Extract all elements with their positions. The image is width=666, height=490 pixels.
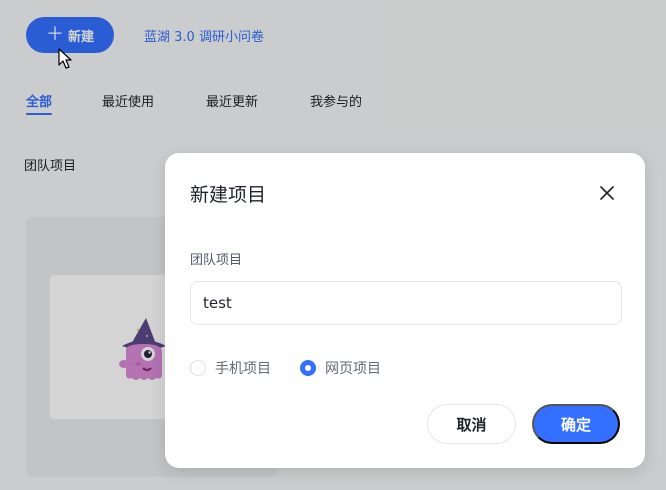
radio-circle[interactable] — [300, 360, 316, 376]
confirm-button[interactable]: 确定 — [532, 404, 620, 444]
radio-mobile-project[interactable]: 手机项目 — [190, 358, 271, 378]
radio-label: 手机项目 — [215, 361, 271, 377]
dialog-title: 新建项目 — [190, 184, 267, 206]
close-icon — [600, 186, 614, 200]
mouse-cursor-icon — [58, 48, 72, 69]
radio-label: 网页项目 — [325, 361, 381, 377]
new-project-dialog: 新建项目 团队项目 手机项目 网页项目 取消 确定 — [165, 153, 645, 468]
project-name-input[interactable] — [190, 281, 622, 325]
radio-web-project[interactable]: 网页项目 — [300, 358, 381, 378]
cancel-button[interactable]: 取消 — [427, 404, 516, 444]
field-label: 团队项目 — [190, 253, 243, 268]
close-button[interactable] — [595, 181, 619, 205]
radio-circle[interactable] — [190, 360, 206, 376]
